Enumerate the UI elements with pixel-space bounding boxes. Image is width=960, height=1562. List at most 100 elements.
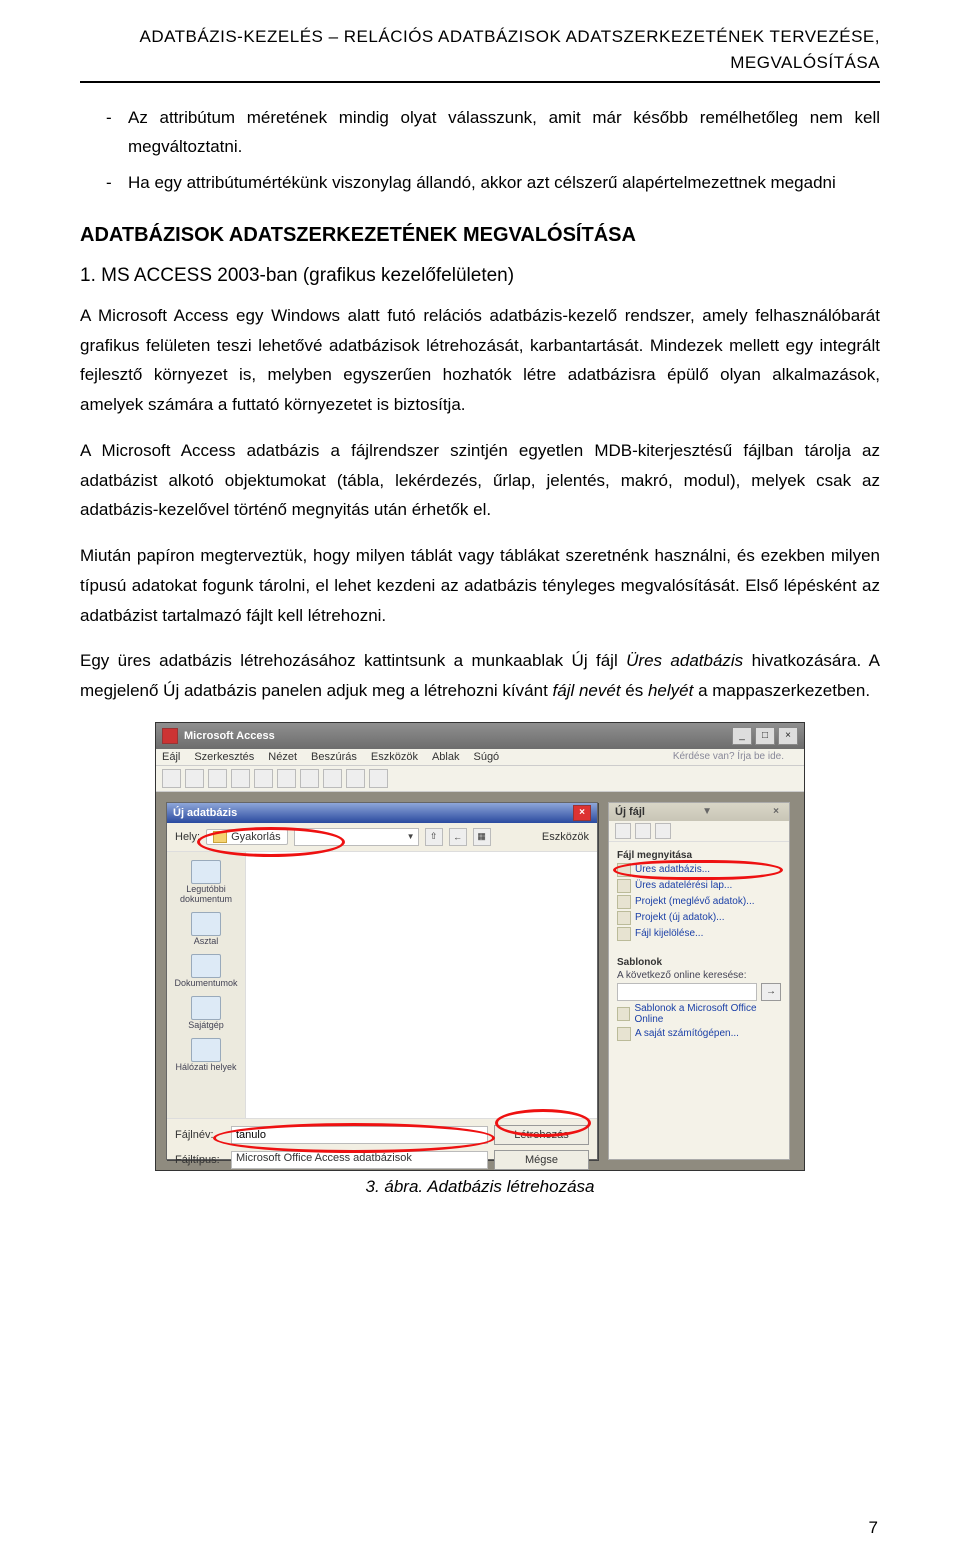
- place-icon: [191, 1038, 221, 1062]
- nav-forward-button[interactable]: [635, 823, 651, 839]
- client-area: Új adatbázis × Hely: Gyakorlás ▼ ⇧ ← ▦: [156, 792, 804, 1170]
- place-icon: [191, 954, 221, 978]
- dialog-body: Legutóbbi dokumentum Asztal Dokumentumok: [167, 852, 597, 1118]
- document-icon: [617, 895, 631, 909]
- template-search-go[interactable]: →: [761, 983, 781, 1001]
- menu-help[interactable]: Súgó: [473, 751, 499, 763]
- p4-text-a: Egy üres adatbázis létrehozásához kattin…: [80, 651, 626, 670]
- place-icon: [191, 996, 221, 1020]
- up-folder-button[interactable]: ⇧: [425, 828, 443, 846]
- link-project-existing[interactable]: Projekt (meglévő adatok)...: [617, 895, 781, 909]
- document-icon: [617, 911, 631, 925]
- menu-bar: Eájl Szerkesztés Nézet Beszúrás Eszközök…: [156, 749, 804, 766]
- places-bar: Legutóbbi dokumentum Asztal Dokumentumok: [167, 852, 246, 1118]
- menu-tools[interactable]: Eszközök: [371, 751, 418, 763]
- new-database-dialog: Új adatbázis × Hely: Gyakorlás ▼ ⇧ ← ▦: [166, 802, 598, 1160]
- link-label: Fájl kijelölése...: [635, 928, 703, 939]
- dialog-titlebar: Új adatbázis ×: [167, 803, 597, 823]
- file-list[interactable]: [246, 852, 597, 1118]
- toolbar: [156, 766, 804, 792]
- header-line-1: ADATBÁZIS-KEZELÉS – RELÁCIÓS ADATBÁZISOK…: [80, 24, 880, 50]
- close-button[interactable]: ×: [778, 727, 798, 745]
- menu-window[interactable]: Ablak: [432, 751, 460, 763]
- toolbar-button[interactable]: [162, 769, 181, 788]
- menu-view[interactable]: Nézet: [268, 751, 297, 763]
- bullet-item-1: Az attribútum méretének mindig olyat vál…: [106, 103, 880, 163]
- p4-italic-b: Üres adatbázis: [626, 651, 743, 670]
- minimize-button[interactable]: _: [732, 727, 752, 745]
- link-blank-database[interactable]: Üres adatbázis...: [617, 863, 781, 877]
- back-button[interactable]: ←: [449, 828, 467, 846]
- views-button[interactable]: ▦: [473, 828, 491, 846]
- paragraph-4: Egy üres adatbázis létrehozásához kattin…: [80, 646, 880, 706]
- filetype-label: Fájltípus:: [175, 1154, 225, 1166]
- menu-edit[interactable]: Szerkesztés: [194, 751, 254, 763]
- task-pane-title-text: Új fájl: [615, 806, 645, 818]
- chevron-down-icon: ▼: [407, 832, 415, 841]
- maximize-button[interactable]: □: [755, 727, 775, 745]
- ask-question-box[interactable]: Kérdése van? Írja be ide.: [673, 751, 784, 762]
- place-network[interactable]: Hálózati helyek: [175, 1038, 236, 1072]
- p4-italic-f: helyét: [648, 681, 693, 700]
- toolbar-button[interactable]: [369, 769, 388, 788]
- toolbar-button[interactable]: [254, 769, 273, 788]
- link-label: A saját számítógépen...: [635, 1028, 739, 1039]
- p4-italic-d: fájl nevét: [553, 681, 621, 700]
- cancel-button[interactable]: Mégse: [494, 1150, 589, 1170]
- computer-icon: [617, 1027, 631, 1041]
- toolbar-button[interactable]: [185, 769, 204, 788]
- subsection-heading: 1. MS ACCESS 2003-ban (grafikus kezelőfe…: [80, 265, 880, 287]
- link-blank-data-access-page[interactable]: Üres adatelérési lap...: [617, 879, 781, 893]
- task-pane: Új fájl ▼ × Fájl megnyitása Üres adatbá: [608, 802, 790, 1160]
- link-label: Sablonok a Microsoft Office Online: [634, 1003, 781, 1025]
- nav-back-button[interactable]: [615, 823, 631, 839]
- menu-insert[interactable]: Beszúrás: [311, 751, 357, 763]
- dialog-close-button[interactable]: ×: [573, 805, 591, 821]
- place-label: Sajátgép: [188, 1020, 224, 1030]
- globe-icon: [617, 1007, 630, 1021]
- annotation-ellipse: [197, 827, 345, 857]
- filetype-select[interactable]: Microsoft Office Access adatbázisok: [231, 1151, 488, 1169]
- menu-file[interactable]: Eájl: [162, 751, 180, 763]
- place-label: Hálózati helyek: [175, 1062, 236, 1072]
- toolbar-button[interactable]: [231, 769, 250, 788]
- place-label: Asztal: [194, 936, 219, 946]
- page-header: ADATBÁZIS-KEZELÉS – RELÁCIÓS ADATBÁZISOK…: [80, 24, 880, 77]
- document-page: ADATBÁZIS-KEZELÉS – RELÁCIÓS ADATBÁZISOK…: [0, 0, 960, 1562]
- place-icon: [191, 860, 221, 884]
- toolbar-button[interactable]: [277, 769, 296, 788]
- link-choose-file[interactable]: Fájl kijelölése...: [617, 927, 781, 941]
- paragraph-1: A Microsoft Access egy Windows alatt fut…: [80, 301, 880, 420]
- task-pane-nav: [609, 821, 789, 842]
- place-desktop[interactable]: Asztal: [191, 912, 221, 946]
- search-label: A következő online keresése:: [617, 970, 781, 981]
- toolbar-button[interactable]: [346, 769, 365, 788]
- document-icon: [617, 863, 631, 877]
- place-recent[interactable]: Legutóbbi dokumentum: [167, 860, 245, 904]
- template-search: →: [617, 983, 781, 1001]
- place-documents[interactable]: Dokumentumok: [174, 954, 237, 988]
- p4-text-g: a mappaszerkezetben.: [693, 681, 870, 700]
- task-pane-section-templates: Sablonok A következő online keresése: → …: [609, 949, 789, 1049]
- toolbar-button[interactable]: [323, 769, 342, 788]
- task-pane-title: Új fájl ▼ ×: [609, 803, 789, 821]
- titlebar: Microsoft Access _ □ ×: [156, 723, 804, 749]
- place-my-computer[interactable]: Sajátgép: [188, 996, 224, 1030]
- template-search-input[interactable]: [617, 983, 757, 1001]
- annotation-ellipse: [495, 1109, 591, 1137]
- link-project-new[interactable]: Projekt (új adatok)...: [617, 911, 781, 925]
- task-pane-dropdown[interactable]: ▼: [698, 806, 716, 817]
- task-pane-section-open: Fájl megnyitása Üres adatbázis... Üres a…: [609, 842, 789, 949]
- toolbar-button[interactable]: [300, 769, 319, 788]
- dialog-title-text: Új adatbázis: [173, 807, 237, 819]
- paragraph-2: A Microsoft Access adatbázis a fájlrends…: [80, 436, 880, 525]
- annotation-ellipse: [213, 1123, 495, 1153]
- nav-home-button[interactable]: [655, 823, 671, 839]
- header-rule: [80, 81, 880, 83]
- link-local-templates[interactable]: A saját számítógépen...: [617, 1027, 781, 1041]
- tools-menu[interactable]: Eszközök: [542, 831, 589, 843]
- toolbar-button[interactable]: [208, 769, 227, 788]
- task-pane-close[interactable]: ×: [769, 806, 783, 817]
- app-icon: [162, 728, 178, 744]
- link-office-online-templates[interactable]: Sablonok a Microsoft Office Online: [617, 1003, 781, 1025]
